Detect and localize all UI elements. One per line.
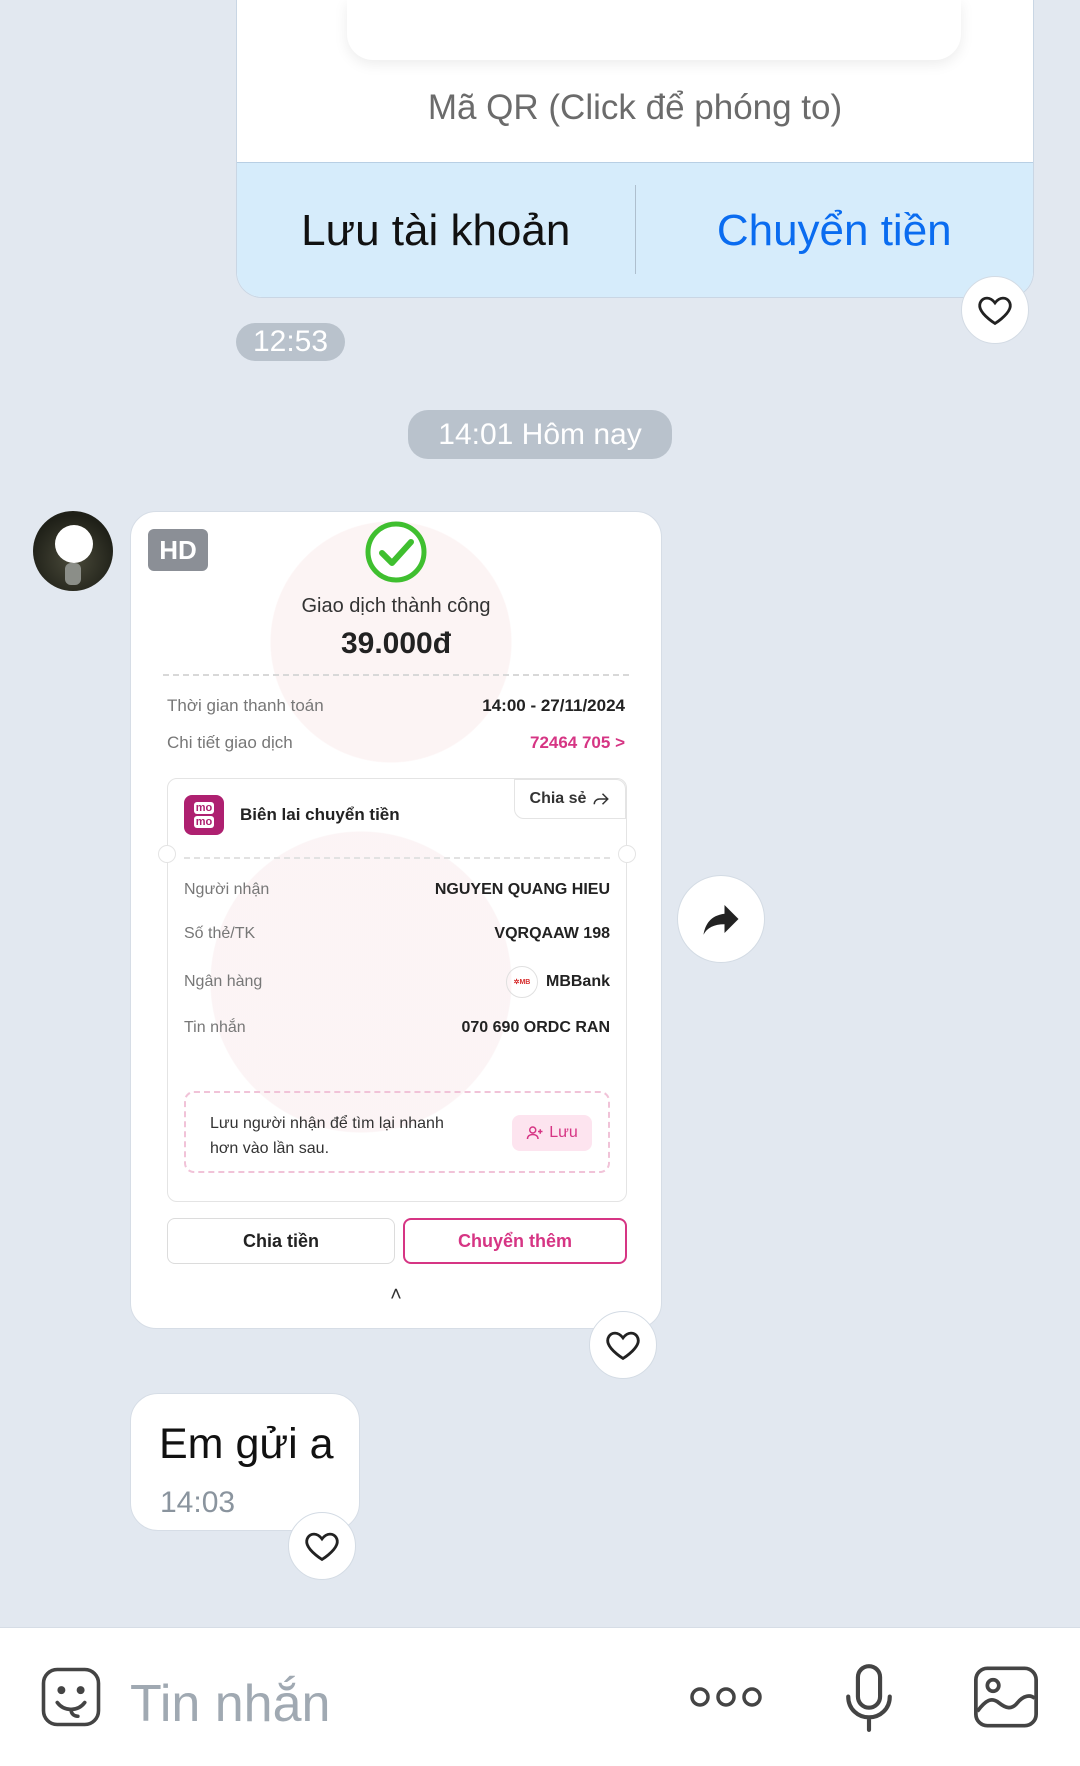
row-value: 070 690 ORDC RAN [461,1019,611,1036]
collapse-caret: ˄ [390,1284,402,1306]
add-user-icon [526,1126,543,1140]
divider [184,857,610,859]
date-separator: 14:01 Hôm nay [408,410,672,459]
row-label: Ngân hàng [184,973,263,990]
save-hint-text: Lưu người nhận để tìm lại nhanh hơn vào … [210,1115,444,1157]
bank-name: MBBank [545,973,610,990]
transfer-more-chip: Chuyển thêm [403,1218,627,1264]
save-account-button[interactable]: Lưu tài khoản [237,163,635,297]
sticker-button[interactable] [36,1662,106,1732]
row-value: 14:00 - 27/11/2024 [482,696,625,715]
save-recipient-chip: Lưu [512,1115,592,1151]
heart-reaction-button[interactable] [589,1311,657,1379]
heart-icon [978,296,1012,326]
forward-icon [703,905,739,935]
qr-caption: Mã QR (Click để phóng to) [427,88,843,127]
qr-code-image[interactable] [347,0,961,60]
message-composer: Tin nhắn [0,1627,1080,1766]
mbbank-logo: ✲MB [505,966,538,998]
message-timestamp: 12:53 [236,323,345,361]
message-input[interactable]: Tin nhắn [130,1674,330,1734]
microphone-icon [846,1664,892,1732]
sticker-icon [41,1667,101,1727]
transfer-money-button[interactable]: Chuyển tiền [636,163,1034,297]
transfer-receipt-box: mo mo Biên lai chuyển tiền Chia sẻ Người … [158,778,636,1202]
heart-icon [606,1331,640,1361]
heart-reaction-button[interactable] [288,1512,356,1580]
transaction-status: Giao dịch thành công [301,595,491,617]
row-label: Người nhận [184,881,270,898]
row-value: 72464 705 > [529,733,625,752]
payment-time-row: Thời gian thanh toán 14:00 - 27/11/2024 [167,696,625,716]
notch [158,845,176,863]
message-time: 14:03 [160,1486,236,1519]
recipient-row: Người nhận NGUYEN QUANG HIEU [184,881,610,899]
hd-badge: HD [148,529,208,571]
share-icon [593,793,610,805]
divider [163,674,629,676]
bank-row: Ngân hàng ✲MB MBBank [184,966,610,998]
notch [618,845,636,863]
qr-account-card[interactable]: Mã QR (Click để phóng to) Lưu tài khoản … [236,0,1034,298]
avatar-body [65,563,81,585]
row-value: NGUYEN QUANG HIEU [434,881,610,898]
row-value: VQRQAAW 198 [494,925,610,942]
receipt-title: Biên lai chuyển tiền [240,805,400,824]
avatar-head [55,525,93,563]
account-row: Số thẻ/TK VQRQAAW 198 [184,925,610,943]
row-value: ✲MB MBBank [505,966,610,998]
message-text: Em gửi a [159,1420,334,1468]
share-label: Chia sẻ [529,790,587,807]
transaction-detail-row: Chi tiết giao dịch 72464 705 > [167,733,625,753]
more-options-button[interactable] [686,1674,766,1720]
share-chip: Chia sẻ [514,779,626,819]
success-check-icon [365,521,427,583]
save-recipient-hint: Lưu người nhận để tìm lại nhanh hơn vào … [184,1091,610,1173]
text-message-bubble[interactable]: Em gửi a 14:03 [130,1393,360,1531]
qr-card-actions: Lưu tài khoản Chuyển tiền [237,162,1034,297]
image-icon [974,1666,1038,1728]
more-dots-icon [690,1687,762,1707]
row-label: Chi tiết giao dịch [167,733,293,752]
row-label: Thời gian thanh toán [167,696,324,715]
heart-icon [305,1532,339,1562]
row-label: Số thẻ/TK [184,925,256,942]
transaction-amount: 39.000đ [340,627,452,660]
heart-reaction-button[interactable] [961,276,1029,344]
row-label: Tin nhắn [184,1019,246,1036]
save-chip-label: Lưu [549,1124,578,1141]
momo-logo: mo mo [184,795,224,835]
message-row: Tin nhắn 070 690 ORDC RAN [184,1019,610,1037]
receipt-image-message[interactable]: HD Giao dịch thành công 39.000đ Thời gia… [130,511,662,1329]
sender-avatar[interactable] [33,511,113,591]
forward-button[interactable] [677,875,765,963]
split-money-chip: Chia tiền [167,1218,395,1264]
gallery-button[interactable] [970,1662,1042,1732]
voice-record-button[interactable] [836,1658,902,1738]
